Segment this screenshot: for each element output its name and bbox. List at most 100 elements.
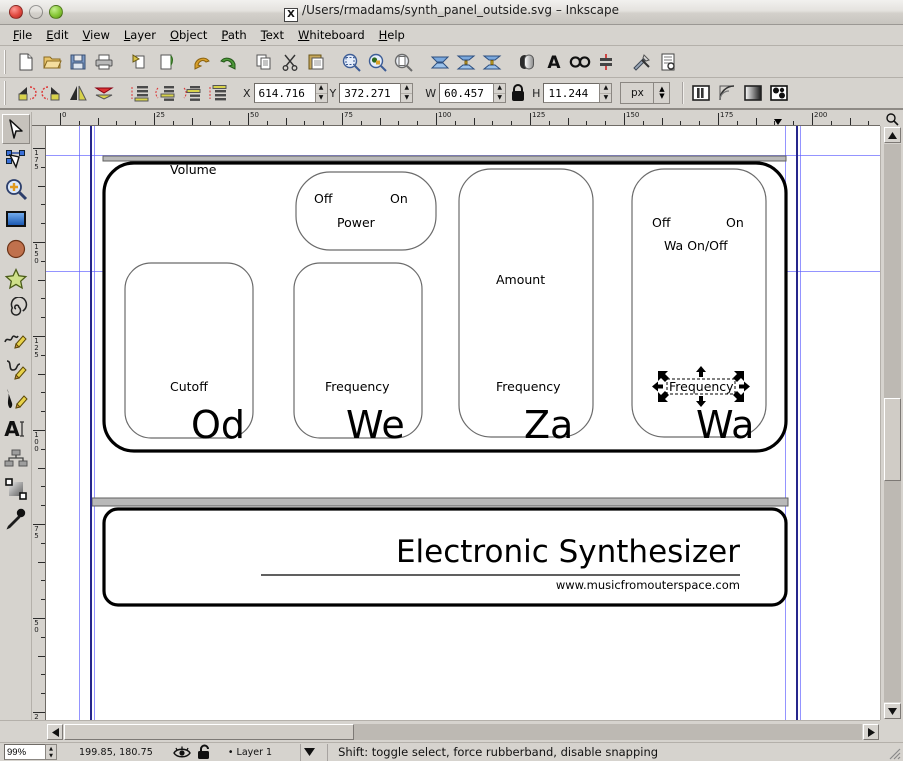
menu-text[interactable]: Text (254, 26, 291, 44)
menu-view[interactable]: View (76, 26, 117, 44)
affect-gradients-icon[interactable] (741, 81, 765, 105)
lock-aspect-ratio-icon[interactable] (510, 83, 526, 103)
vertical-ruler[interactable]: 175150125100755025 (32, 126, 46, 720)
preferences-icon[interactable] (630, 50, 654, 74)
star-tool[interactable] (2, 264, 30, 294)
text-tool[interactable]: A (2, 414, 30, 444)
new-document-icon[interactable] (14, 50, 38, 74)
close-button[interactable] (9, 5, 23, 19)
export-icon[interactable] (154, 50, 178, 74)
tool-options-drag-handle[interactable] (2, 81, 10, 105)
ruler-h-minor-tick (79, 121, 80, 125)
print-document-icon[interactable] (92, 50, 116, 74)
lower-one-step-icon[interactable] (154, 81, 178, 105)
horizontal-ruler[interactable]: 0255075100125150175200225 (32, 112, 880, 126)
toolbar-drag-handle[interactable] (2, 50, 10, 74)
width-field[interactable]: ▲▼ (439, 83, 506, 103)
menu-path[interactable]: Path (214, 26, 253, 44)
bezier-tool[interactable] (2, 354, 30, 384)
svg-drawing[interactable]: Volume Off On Power Cutoff Frequency Amo… (46, 126, 880, 720)
y-input[interactable] (339, 83, 401, 103)
width-input[interactable] (439, 83, 494, 103)
pencil-tool[interactable] (2, 324, 30, 354)
zoom-stepper[interactable]: ▲▼ (45, 744, 57, 760)
menu-help[interactable]: Help (372, 26, 412, 44)
x-input[interactable] (254, 83, 316, 103)
raise-to-top-icon[interactable] (206, 81, 230, 105)
selector-tool[interactable] (2, 114, 30, 144)
lower-to-bottom-icon[interactable] (128, 81, 152, 105)
save-document-icon[interactable] (66, 50, 90, 74)
zoom-to-fit-button[interactable] (880, 112, 903, 126)
zoom-page-icon[interactable] (392, 50, 416, 74)
zoom-field[interactable]: ▲▼ (4, 744, 57, 760)
y-field[interactable]: ▲▼ (339, 83, 413, 103)
raise-one-step-icon[interactable] (180, 81, 204, 105)
import-icon[interactable] (128, 50, 152, 74)
gradient-tool[interactable] (2, 474, 30, 504)
height-input[interactable] (543, 83, 600, 103)
unlocked-padlock-icon[interactable] (197, 744, 212, 760)
y-stepper[interactable]: ▲▼ (400, 83, 413, 103)
rotate-90-cw-icon[interactable] (40, 81, 64, 105)
menu-file[interactable]: File (6, 26, 39, 44)
flip-vertical-icon[interactable] (92, 81, 116, 105)
flip-horizontal-icon[interactable] (66, 81, 90, 105)
resize-grip[interactable] (887, 746, 901, 760)
zoom-input[interactable] (4, 744, 46, 760)
x-field[interactable]: ▲▼ (254, 83, 328, 103)
layer-dropdown-arrow-icon[interactable] (300, 744, 317, 761)
eye-icon[interactable] (173, 745, 191, 759)
text-dialog-icon[interactable]: A (542, 50, 566, 74)
scroll-up-button[interactable] (884, 127, 901, 143)
x-stepper[interactable]: ▲▼ (315, 83, 328, 103)
menu-layer[interactable]: Layer (117, 26, 163, 44)
paste-icon[interactable] (304, 50, 328, 74)
height-stepper[interactable]: ▲▼ (599, 83, 612, 103)
ellipse-tool[interactable] (2, 234, 30, 264)
xml-editor-icon[interactable] (568, 50, 592, 74)
redo-icon[interactable] (216, 50, 240, 74)
zoom-selection-icon[interactable] (340, 50, 364, 74)
scroll-right-button[interactable] (863, 724, 879, 740)
height-field[interactable]: ▲▼ (543, 83, 612, 103)
menu-object[interactable]: Object (163, 26, 214, 44)
enter-group-icon[interactable] (480, 50, 504, 74)
zoom-tool[interactable] (2, 174, 30, 204)
affect-stroke-width-icon[interactable] (689, 81, 713, 105)
menu-whiteboard[interactable]: Whiteboard (291, 26, 372, 44)
undo-icon[interactable] (190, 50, 214, 74)
rectangle-tool[interactable] (2, 204, 30, 234)
scroll-down-button[interactable] (884, 703, 901, 719)
copy-icon[interactable] (252, 50, 276, 74)
width-stepper[interactable]: ▲▼ (493, 83, 506, 103)
scroll-left-button[interactable] (47, 724, 63, 740)
affect-rounded-corners-icon[interactable] (715, 81, 739, 105)
affect-patterns-icon[interactable] (767, 81, 791, 105)
vertical-scrollbar[interactable] (880, 126, 903, 720)
document-properties-icon[interactable] (656, 50, 680, 74)
minimize-button[interactable] (29, 5, 43, 19)
cut-icon[interactable] (278, 50, 302, 74)
rotate-90-ccw-icon[interactable] (14, 81, 38, 105)
horizontal-scroll-thumb[interactable] (64, 724, 354, 740)
unit-selector[interactable]: px (620, 82, 654, 104)
align-distribute-icon[interactable] (594, 50, 618, 74)
group-icon[interactable] (428, 50, 452, 74)
open-document-icon[interactable] (40, 50, 64, 74)
zoom-drawing-icon[interactable] (366, 50, 390, 74)
spiral-tool[interactable] (2, 294, 30, 324)
dropper-tool[interactable] (2, 504, 30, 534)
drawing-canvas[interactable]: Volume Off On Power Cutoff Frequency Amo… (46, 126, 880, 720)
maximize-button[interactable] (49, 5, 63, 19)
layer-selector[interactable]: •Layer 1 (222, 744, 317, 761)
connector-tool[interactable] (2, 444, 30, 474)
menu-edit[interactable]: Edit (39, 26, 75, 44)
unit-selector-arrow-icon[interactable]: ▲▼ (654, 82, 670, 104)
ungroup-icon[interactable] (454, 50, 478, 74)
fill-stroke-dialog-icon[interactable] (516, 50, 540, 74)
node-tool[interactable] (2, 144, 30, 174)
calligraphy-tool[interactable] (2, 384, 30, 414)
vertical-scroll-thumb[interactable] (884, 398, 901, 481)
horizontal-scrollbar[interactable] (46, 720, 880, 742)
